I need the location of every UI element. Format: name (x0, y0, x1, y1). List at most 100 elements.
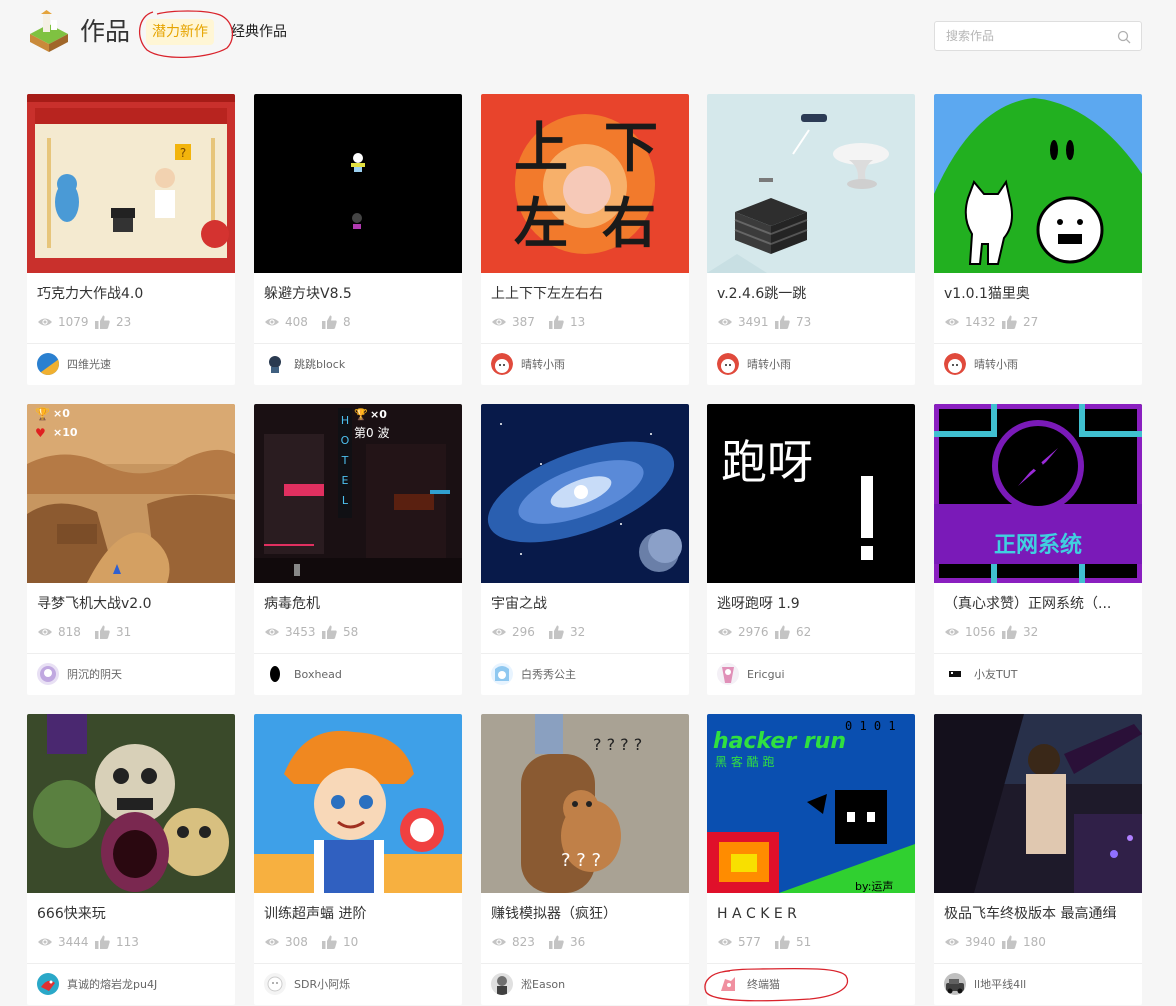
avatar[interactable] (717, 353, 739, 375)
avatar[interactable] (37, 973, 59, 995)
work-thumbnail[interactable]: 跑呀 (707, 404, 915, 583)
search-input[interactable] (935, 22, 1105, 50)
work-title[interactable]: 逃呀跑呀 1.9 (717, 595, 907, 613)
svg-text:下: 下 (604, 116, 658, 179)
avatar[interactable] (264, 353, 286, 375)
page-header: 作品 潜力新作 经典作品 (0, 0, 1176, 70)
author-name[interactable]: ll地平线4ll (974, 978, 1026, 992)
work-title[interactable]: 上上下下左左右右 (491, 285, 681, 303)
avatar[interactable] (264, 973, 286, 995)
search-icon[interactable] (1117, 30, 1131, 44)
work-thumbnail[interactable] (934, 714, 1142, 893)
author-name[interactable]: 晴转小雨 (747, 358, 791, 372)
card-divider (707, 963, 915, 964)
author-name[interactable]: Boxhead (294, 668, 342, 682)
work-thumbnail[interactable] (27, 714, 235, 893)
avatar[interactable] (491, 973, 513, 995)
like-count-value: 23 (116, 315, 132, 329)
author-name[interactable]: 终端猫 (747, 978, 780, 992)
work-card[interactable]: 宇宙之战 296 32 白秀秀公主 (481, 404, 689, 695)
work-thumbnail[interactable] (481, 404, 689, 583)
avatar[interactable] (37, 353, 59, 375)
work-card[interactable]: 666快来玩 3444 113 真诚的熔岩龙pu4J (27, 714, 235, 1005)
work-thumbnail[interactable]: 上下左右 (481, 94, 689, 273)
like-count-value: 31 (116, 625, 132, 639)
author-name[interactable]: SDR小阿烁 (294, 978, 350, 992)
work-thumbnail[interactable] (254, 714, 462, 893)
avatar[interactable] (37, 663, 59, 685)
work-card[interactable]: 🏆 ×0 ♥ ×10 寻梦飞机大战v2.0 818 31 阴沉的阴天 (27, 404, 235, 695)
work-thumbnail[interactable]: 🏆 ×0 ♥ ×10 (27, 404, 235, 583)
work-card[interactable]: 极品飞车终极版本 最高通缉 3940 180 ll地平线4ll (934, 714, 1142, 1005)
work-title[interactable]: v.2.4.6跳一跳 (717, 285, 907, 303)
author-name[interactable]: 白秀秀公主 (521, 668, 576, 682)
work-card[interactable]: H O T E L 🏆 ×0 第0 波 病毒危机 3453 58 Boxhead (254, 404, 462, 695)
work-card[interactable]: hacker run 黑 客 酷 跑 0 1 0 1 by:运声 H A C K E … (707, 714, 915, 1005)
svg-text:♥: ♥ (35, 426, 46, 440)
author-name[interactable]: 阴沉的阴天 (67, 668, 122, 682)
avatar[interactable] (944, 663, 966, 685)
work-thumbnail[interactable]: hacker run 黑 客 酷 跑 0 1 0 1 by:运声 (707, 714, 915, 893)
avatar[interactable] (944, 353, 966, 375)
card-divider (934, 343, 1142, 344)
work-thumbnail[interactable]: H O T E L 🏆 ×0 第0 波 (254, 404, 462, 583)
author-name[interactable]: 晴转小雨 (521, 358, 565, 372)
work-thumbnail[interactable] (934, 94, 1142, 273)
author-name[interactable]: 小友TUT (974, 668, 1018, 682)
work-title[interactable]: 训练超声蝠 进阶 (264, 905, 454, 923)
avatar[interactable] (717, 663, 739, 685)
like-count-value: 180 (1023, 935, 1046, 949)
work-title[interactable]: 赚钱模拟器（疯狂） (491, 905, 681, 923)
author-name[interactable]: 跳跳block (294, 358, 345, 372)
work-thumbnail[interactable]: ? ? ? ? ? ? ? (481, 714, 689, 893)
author-name[interactable]: 晴转小雨 (974, 358, 1018, 372)
avatar[interactable] (944, 973, 966, 995)
work-card[interactable]: ? 巧克力大作战4.0 1079 23 四维光速 (27, 94, 235, 385)
like-count-value: 32 (570, 625, 586, 639)
work-title[interactable]: 巧克力大作战4.0 (37, 285, 227, 303)
work-card[interactable]: 正网系统 （真心求赞）正网系统（... 1056 32 小友TUT (934, 404, 1142, 695)
work-title[interactable]: 寻梦飞机大战v2.0 (37, 595, 227, 613)
view-count-value: 308 (285, 935, 308, 949)
work-thumbnail[interactable] (254, 94, 462, 273)
work-thumbnail[interactable]: ? (27, 94, 235, 273)
tab-classic-works[interactable]: 经典作品 (225, 19, 293, 45)
view-count-value: 3453 (285, 625, 316, 639)
tab-potential-new[interactable]: 潜力新作 (146, 19, 214, 45)
work-thumbnail[interactable]: 正网系统 (934, 404, 1142, 583)
work-card[interactable]: 上下左右 上上下下左左右右 387 13 晴转小雨 (481, 94, 689, 385)
search-box[interactable] (934, 21, 1142, 51)
work-card[interactable]: v1.0.1猫里奥 1432 27 晴转小雨 (934, 94, 1142, 385)
card-divider (27, 343, 235, 344)
work-title[interactable]: v1.0.1猫里奥 (944, 285, 1134, 303)
author-name[interactable]: 真诚的熔岩龙pu4J (67, 978, 157, 992)
logo-icon[interactable] (28, 10, 70, 54)
view-count-icon (492, 628, 506, 636)
avatar[interactable] (264, 663, 286, 685)
work-card[interactable]: 躲避方块V8.5 408 8 跳跳block (254, 94, 462, 385)
card-divider (934, 963, 1142, 964)
like-count-icon (322, 625, 337, 639)
like-count-value: 8 (343, 315, 351, 329)
work-card[interactable]: 跑呀 逃呀跑呀 1.9 2976 62 Ericgui (707, 404, 915, 695)
view-count-icon (945, 318, 959, 326)
work-card[interactable]: 训练超声蝠 进阶 308 10 SDR小阿烁 (254, 714, 462, 1005)
work-title[interactable]: 病毒危机 (264, 595, 454, 613)
work-card[interactable]: ? ? ? ? ? ? ? 赚钱模拟器（疯狂） 823 36 淞Eason (481, 714, 689, 1005)
author-name[interactable]: Ericgui (747, 668, 785, 682)
work-title[interactable]: 躲避方块V8.5 (264, 285, 454, 303)
author-name[interactable]: 淞Eason (521, 978, 565, 992)
avatar[interactable] (491, 663, 513, 685)
work-title[interactable]: 极品飞车终极版本 最高通缉 (944, 905, 1134, 923)
work-title[interactable]: （真心求赞）正网系统（... (944, 595, 1134, 613)
author-name[interactable]: 四维光速 (67, 358, 111, 372)
svg-text:🏆: 🏆 (354, 408, 368, 421)
avatar[interactable] (491, 353, 513, 375)
avatar[interactable] (717, 973, 739, 995)
work-title[interactable]: 666快来玩 (37, 905, 227, 923)
work-title[interactable]: H A C K E R (717, 905, 907, 923)
work-title[interactable]: 宇宙之战 (491, 595, 681, 613)
like-count-icon (549, 935, 564, 949)
work-card[interactable]: v.2.4.6跳一跳 3491 73 晴转小雨 (707, 94, 915, 385)
work-thumbnail[interactable] (707, 94, 915, 273)
